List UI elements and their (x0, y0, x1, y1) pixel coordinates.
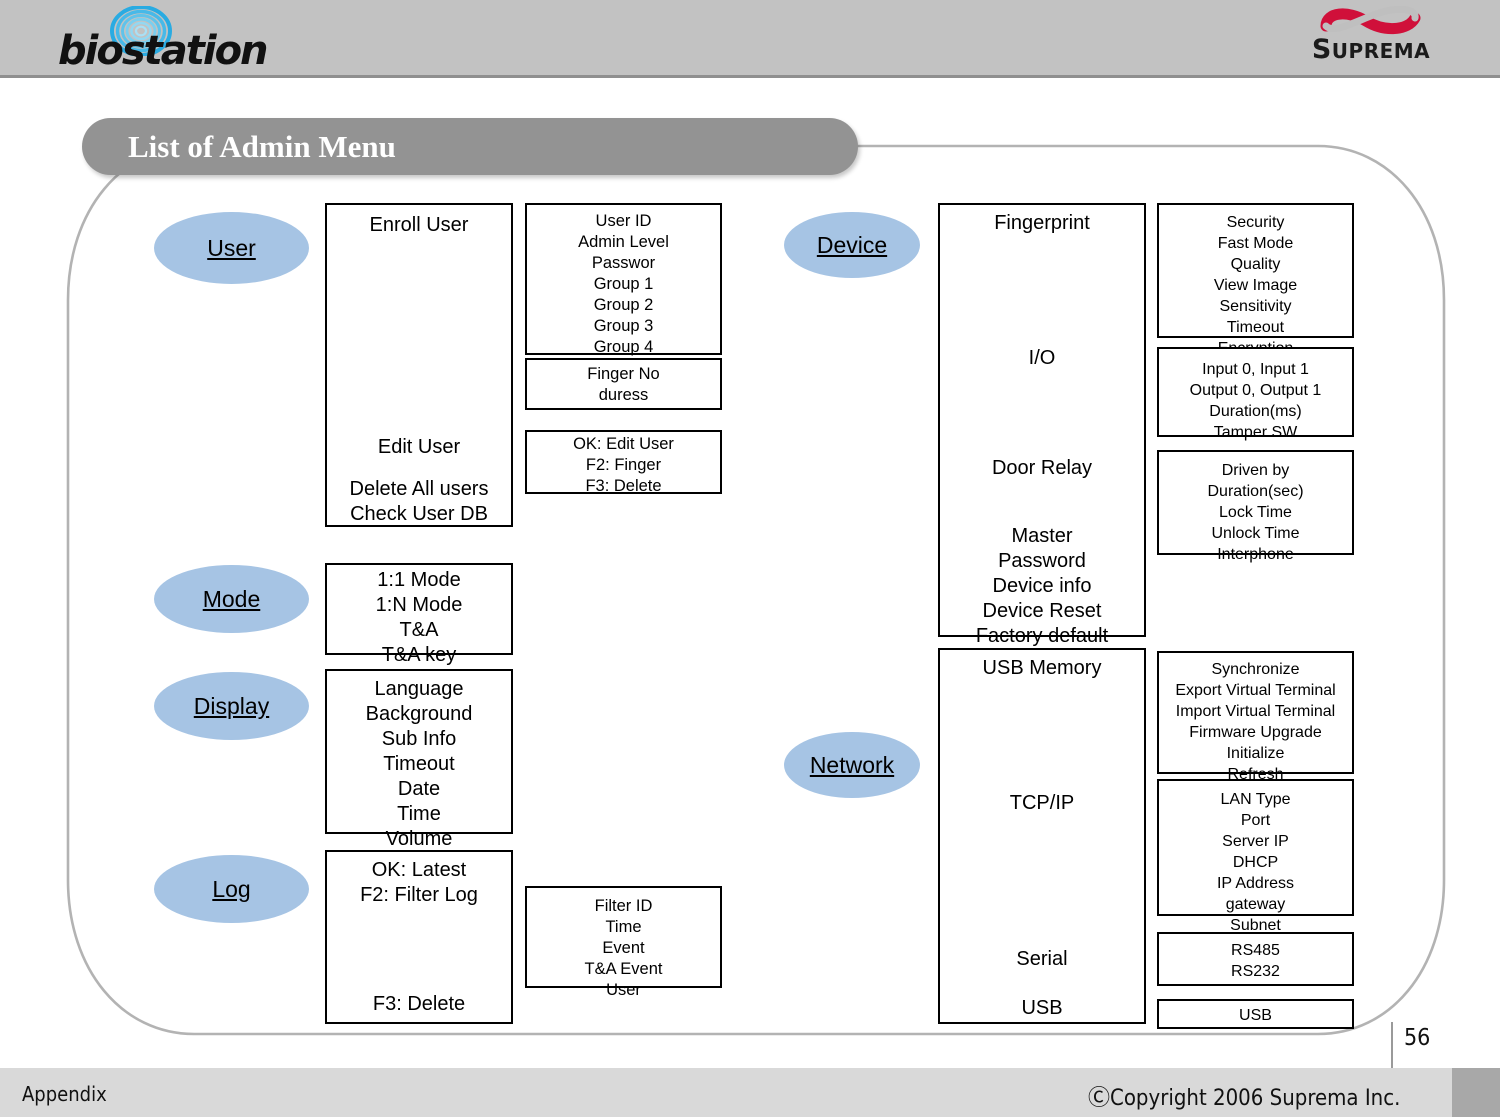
page-title-banner: List of Admin Menu (82, 118, 858, 175)
node-user[interactable]: User (154, 212, 309, 284)
page-number-divider (1391, 1022, 1393, 1068)
box-log-menu[interactable]: OK: Latest F2: Filter Log F3: Delete (325, 850, 513, 1024)
usb-detail-list: USB (1239, 1007, 1272, 1024)
door-relay-detail-list: Driven by Duration(sec) Lock Time Unlock… (1207, 462, 1304, 563)
network-menu-tcpip: TCP/IP (1009, 792, 1075, 814)
footer-section-label: Appendix (22, 1082, 107, 1106)
box-usb-memory-detail[interactable]: Synchronize Export Virtual Terminal Impo… (1157, 651, 1354, 783)
display-menu-list: Language Background Sub Info Timeout Dat… (365, 678, 473, 850)
box-network-menu[interactable]: USB Memory TCP/IP Serial USB (938, 648, 1146, 1024)
edit-detail-list: OK: Edit User F2: Finger F3: Delete (573, 435, 674, 495)
user-menu-enroll: Enroll User (369, 214, 469, 236)
box-fingerprint-detail[interactable]: Security Fast Mode Quality View Image Se… (1157, 203, 1354, 357)
box-log-filter-detail[interactable]: Filter ID Time Event T&A Event User (525, 886, 722, 999)
serial-detail-list: RS485 RS232 (1231, 942, 1280, 980)
page-title: List of Admin Menu (128, 129, 396, 164)
box-edit-detail[interactable]: OK: Edit User F2: Finger F3: Delete (525, 430, 722, 495)
enroll-detail-list: User ID Admin Level Passwor Group 1 Grou… (578, 212, 669, 356)
box-mode-menu[interactable]: 1:1 Mode 1:N Mode T&A T&A key (325, 563, 513, 666)
tcpip-detail-list: LAN Type Port Server IP DHCP IP Address … (1216, 791, 1295, 934)
box-enroll-detail[interactable]: User ID Admin Level Passwor Group 1 Grou… (525, 203, 722, 356)
user-menu-edit: Edit User (377, 436, 461, 458)
fingerprint-detail-list: Security Fast Mode Quality View Image Se… (1213, 214, 1298, 357)
box-display-menu[interactable]: Language Background Sub Info Timeout Dat… (325, 669, 513, 850)
network-menu-serial: Serial (1016, 948, 1068, 970)
node-display-label: Display (193, 692, 270, 719)
top-banner: biostation SUPREMA (0, 0, 1500, 78)
io-detail-list: Input 0, Input 1 Output 0, Output 1 Dura… (1189, 361, 1322, 441)
node-device[interactable]: Device (784, 212, 920, 278)
usb-memory-detail-list: Synchronize Export Virtual Terminal Impo… (1175, 661, 1336, 783)
log-menu-bottom: F3: Delete (372, 993, 466, 1015)
infinity-icon (1320, 5, 1421, 34)
biostation-wordmark: biostation (58, 28, 269, 74)
suprema-logo: SUPREMA (1286, 4, 1456, 72)
box-usb-detail[interactable]: USB (1157, 999, 1354, 1029)
node-device-label: Device (816, 231, 888, 258)
log-menu-top: OK: Latest F2: Filter Log (360, 859, 478, 906)
suprema-wordmark: SUPREMA (1311, 34, 1431, 65)
slide-canvas: biostation SUPREMA List of Admin Menu Us… (0, 0, 1500, 1117)
box-tcpip-detail[interactable]: LAN Type Port Server IP DHCP IP Address … (1157, 779, 1354, 934)
box-door-relay-detail[interactable]: Driven by Duration(sec) Lock Time Unlock… (1157, 450, 1354, 563)
node-log[interactable]: Log (154, 855, 309, 923)
biostation-logo: biostation (58, 6, 288, 74)
device-menu-fingerprint: Fingerprint (994, 212, 1090, 234)
box-device-menu[interactable]: Fingerprint I/O Door Relay Master Passwo… (938, 203, 1146, 647)
box-serial-detail[interactable]: RS485 RS232 (1157, 932, 1354, 986)
node-network-label: Network (809, 751, 895, 778)
device-menu-master: Master Password Device info Device Reset… (975, 525, 1109, 647)
node-network[interactable]: Network (784, 732, 920, 798)
finger-detail-list: Finger No duress (587, 365, 660, 404)
box-finger-detail[interactable]: Finger No duress (525, 358, 722, 410)
box-io-detail[interactable]: Input 0, Input 1 Output 0, Output 1 Dura… (1157, 347, 1354, 441)
page-number: 56 (1404, 1025, 1431, 1051)
box-user-menu[interactable]: Enroll User Edit User Delete All users C… (325, 203, 513, 527)
device-menu-door-relay: Door Relay (991, 457, 1093, 479)
node-mode[interactable]: Mode (154, 565, 309, 633)
network-menu-usb: USB (1021, 997, 1063, 1019)
node-user-label: User (207, 234, 256, 261)
footer-bar-accent (1452, 1068, 1500, 1117)
mode-menu-list: 1:1 Mode 1:N Mode T&A T&A key (375, 569, 463, 666)
node-log-label: Log (212, 875, 251, 902)
footer-copyright: ⒸCopyright 2006 Suprema Inc. (1088, 1086, 1401, 1111)
device-menu-io: I/O (1028, 347, 1056, 369)
node-mode-label: Mode (202, 585, 261, 612)
log-filter-list: Filter ID Time Event T&A Event User (584, 897, 663, 999)
network-menu-usb-memory: USB Memory (982, 657, 1102, 679)
node-display[interactable]: Display (154, 672, 309, 740)
user-menu-bottom: Delete All users Check User DB (349, 478, 489, 525)
